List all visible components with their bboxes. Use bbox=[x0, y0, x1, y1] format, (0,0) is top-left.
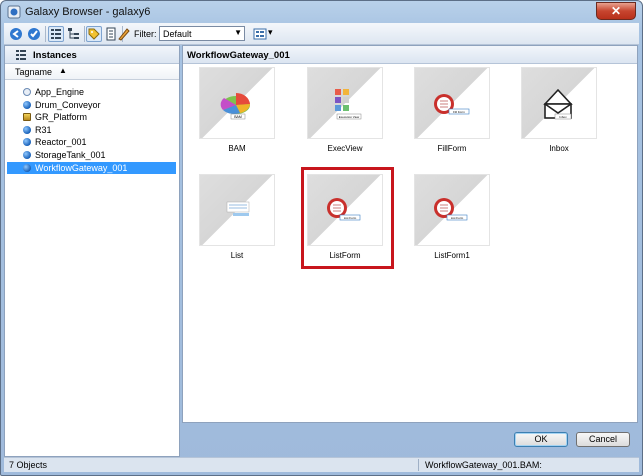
tile-label: BAM bbox=[228, 144, 246, 153]
tree-item-label: StorageTank_001 bbox=[35, 149, 106, 160]
toolbar: Filter: Default ▼ ▾ bbox=[4, 23, 639, 45]
tree-item-label: Drum_Conveyor bbox=[35, 99, 101, 110]
hierarchy-view-icon[interactable] bbox=[66, 26, 82, 42]
symbol-tile-fillform[interactable]: Fill Form FillForm bbox=[414, 67, 490, 157]
highlight-box bbox=[301, 167, 394, 269]
filter-label: Filter: bbox=[134, 29, 157, 39]
tree-item-app-engine[interactable]: App_Engine bbox=[7, 86, 176, 99]
galaxy-browser-window: Galaxy Browser - galaxy6 ✕ Filter: Defau bbox=[0, 0, 643, 476]
chevron-down-icon: ▼ bbox=[234, 28, 242, 37]
toolbar-separator bbox=[45, 26, 46, 42]
object-count: 7 Objects bbox=[9, 460, 48, 470]
instances-header: Instances bbox=[5, 46, 179, 64]
engine-icon bbox=[23, 88, 31, 96]
instances-pane: Instances Tagname ▲ App_Engine Drum_Conv… bbox=[4, 45, 180, 457]
fillform-thumbnail: Fill Form bbox=[414, 67, 490, 139]
tagname-label: Tagname bbox=[15, 67, 53, 77]
tile-label: Inbox bbox=[549, 144, 569, 153]
view-mode-button[interactable]: ▾ bbox=[252, 26, 276, 42]
inbox-thumbnail: Inbox bbox=[521, 67, 597, 139]
instances-title: Instances bbox=[33, 50, 77, 61]
filter-value: Default bbox=[163, 29, 192, 39]
tile-label: List bbox=[230, 251, 244, 260]
instance-tree: App_Engine Drum_Conveyor GR_Platform R31… bbox=[5, 80, 179, 175]
window-title: Galaxy Browser - galaxy6 bbox=[25, 6, 151, 18]
symbol-tile-listform1[interactable]: List Form ListForm1 bbox=[414, 174, 490, 264]
tree-item-workflowgateway-001[interactable]: WorkflowGateway_001 bbox=[7, 161, 176, 175]
symbols-pane-header: WorkflowGateway_001 bbox=[183, 46, 637, 64]
instances-icon bbox=[16, 50, 26, 60]
view-dropdown-arrow: ▾ bbox=[268, 27, 273, 37]
tree-item-label: WorkflowGateway_001 bbox=[35, 162, 128, 173]
refresh-icon[interactable] bbox=[26, 26, 42, 42]
tree-item-gr-platform[interactable]: GR_Platform bbox=[7, 111, 176, 124]
tree-item-storagetank-001[interactable]: StorageTank_001 bbox=[7, 149, 176, 162]
status-bar: 7 Objects WorkflowGateway_001.BAM: bbox=[4, 457, 639, 472]
bam-thumbnail: BAM bbox=[199, 67, 275, 139]
list-thumbnail bbox=[199, 174, 275, 246]
tag-icon[interactable] bbox=[86, 26, 102, 42]
form-icon: Fill Form bbox=[434, 94, 470, 115]
thumb-caption: Execution View bbox=[339, 115, 360, 119]
list-icon bbox=[226, 201, 250, 216]
listform1-thumbnail: List Form bbox=[414, 174, 490, 246]
symbol-tile-inbox[interactable]: Inbox Inbox bbox=[521, 67, 597, 157]
reference-text: WorkflowGateway_001.BAM: bbox=[425, 460, 542, 470]
tile-label: ExecView bbox=[327, 144, 363, 153]
execview-thumbnail: Execution View bbox=[307, 67, 383, 139]
tree-item-label: App_Engine bbox=[35, 87, 85, 97]
edit-filter-icon[interactable] bbox=[117, 26, 131, 42]
cancel-button[interactable]: Cancel bbox=[576, 432, 630, 447]
thumb-caption: Fill Form bbox=[453, 110, 465, 114]
tree-item-label: R31 bbox=[35, 124, 52, 135]
envelope-icon: Inbox bbox=[543, 88, 573, 120]
object-icon bbox=[23, 100, 31, 109]
platform-icon bbox=[23, 113, 31, 122]
object-icon bbox=[23, 125, 31, 134]
form-icon: List Form bbox=[434, 198, 468, 221]
object-icon bbox=[23, 138, 31, 147]
object-icon bbox=[23, 163, 31, 172]
toolbar-separator bbox=[84, 26, 85, 42]
tree-item-drum-conveyor[interactable]: Drum_Conveyor bbox=[7, 99, 176, 112]
tree-view-icon[interactable] bbox=[48, 26, 64, 42]
symbol-tile-bam[interactable]: BAM BAM bbox=[199, 67, 275, 157]
tagname-column-header[interactable]: Tagname ▲ bbox=[5, 64, 179, 80]
thumb-caption: BAM bbox=[234, 115, 242, 119]
symbol-tile-list[interactable]: List bbox=[199, 174, 275, 264]
status-divider bbox=[418, 459, 419, 471]
symbol-tile-execview[interactable]: Execution View ExecView bbox=[307, 67, 383, 157]
close-button[interactable]: ✕ bbox=[596, 2, 636, 20]
execution-view-icon: Execution View bbox=[335, 89, 362, 120]
sort-ascending-icon: ▲ bbox=[59, 66, 67, 75]
title-bar[interactable]: Galaxy Browser - galaxy6 ✕ bbox=[1, 1, 642, 23]
galaxy-app-icon bbox=[7, 5, 21, 19]
object-icon bbox=[23, 150, 31, 159]
tree-item-r31[interactable]: R31 bbox=[7, 124, 176, 137]
tile-label: ListForm1 bbox=[434, 251, 470, 260]
thumb-caption: Inbox bbox=[559, 115, 567, 119]
tile-label: FillForm bbox=[437, 144, 467, 153]
pie-chart-icon: BAM bbox=[220, 92, 250, 120]
tree-item-reactor-001[interactable]: Reactor_001 bbox=[7, 136, 176, 149]
tree-item-label: Reactor_001 bbox=[35, 137, 87, 148]
tree-item-label: GR_Platform bbox=[35, 112, 88, 123]
back-icon[interactable] bbox=[8, 26, 24, 42]
ok-button[interactable]: OK bbox=[514, 432, 568, 447]
thumb-caption: List Form bbox=[451, 216, 464, 220]
filter-dropdown[interactable]: Default ▼ bbox=[159, 26, 245, 41]
